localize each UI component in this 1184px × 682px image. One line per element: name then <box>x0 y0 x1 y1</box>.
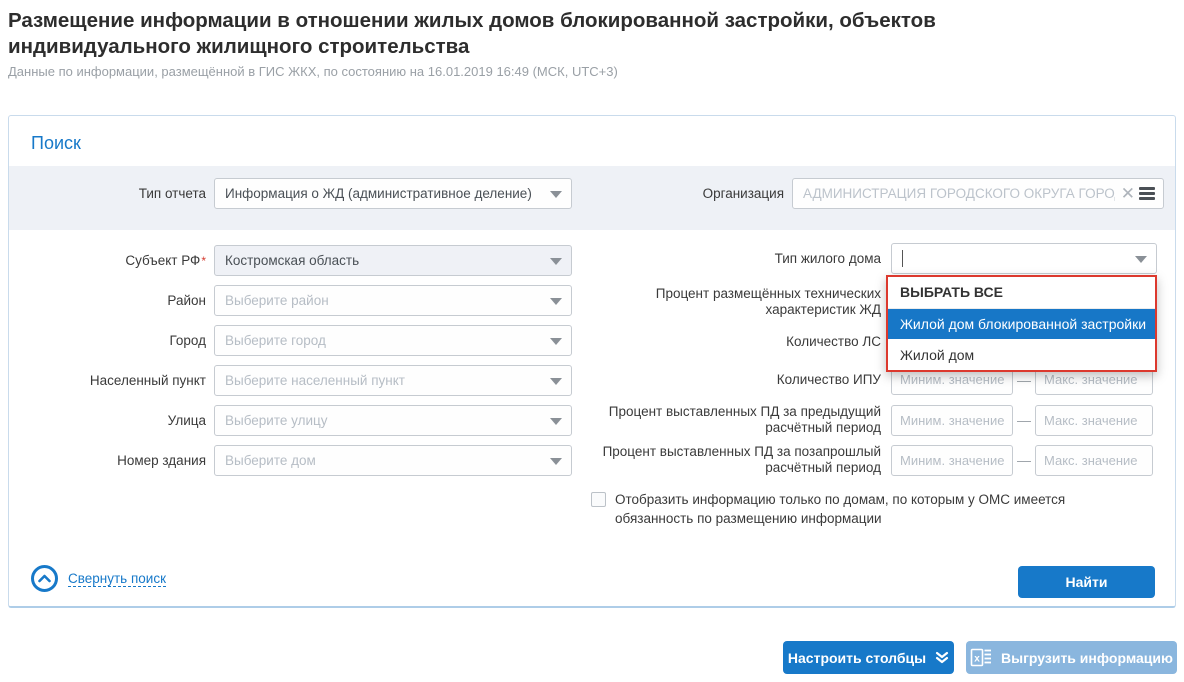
range-dash: — <box>1017 372 1031 388</box>
chevron-down-icon <box>550 258 562 265</box>
range-dash: — <box>1017 412 1031 428</box>
dropdown-option-blocked-house[interactable]: Жилой дом блокированной застройки <box>888 309 1155 340</box>
report-type-value: Информация о ЖД (административное делени… <box>225 186 532 201</box>
menu-icon[interactable] <box>1139 187 1155 200</box>
svg-text:x: x <box>974 654 980 665</box>
street-select[interactable]: Выберите улицу <box>214 405 572 436</box>
district-label: Район <box>9 293 206 309</box>
dropdown-option-select-all[interactable]: ВЫБРАТЬ ВСЕ <box>888 277 1155 309</box>
oms-filter-label: Отобразить информацию только по домам, п… <box>615 490 1135 528</box>
ls-count-label: Количество ЛС <box>569 334 881 350</box>
page-title: Размещение информации в отношении жилых … <box>8 8 1078 60</box>
range-dash: — <box>1017 452 1031 468</box>
configure-columns-label: Настроить столбцы <box>788 650 926 666</box>
building-number-label: Номер здания <box>9 453 206 469</box>
pd-prev-period-label: Процент выставленных ПД за предыдущий ра… <box>569 404 881 436</box>
pd-prev-min-input[interactable] <box>891 405 1013 436</box>
required-asterisk: * <box>201 254 206 268</box>
chevron-down-icon <box>550 418 562 425</box>
configure-columns-button[interactable]: Настроить столбцы <box>783 641 954 674</box>
city-label: Город <box>9 333 206 349</box>
organization-field[interactable]: АДМИНИСТРАЦИЯ ГОРОДСКОГО ОКРУГА ГОРОД ..… <box>792 178 1164 209</box>
oms-filter-checkbox[interactable] <box>591 492 606 507</box>
chevron-down-icon <box>550 338 562 345</box>
settlement-placeholder: Выберите населенный пункт <box>225 373 405 388</box>
organization-label: Организация <box>601 186 784 202</box>
pd-before-prev-min-input[interactable] <box>891 445 1013 476</box>
text-caret <box>902 250 903 267</box>
tech-percent-label: Процент размещённых технических характер… <box>569 286 881 318</box>
street-label: Улица <box>9 413 206 429</box>
house-type-select[interactable] <box>891 243 1157 274</box>
find-button[interactable]: Найти <box>1018 566 1155 598</box>
chevron-down-icon <box>1135 256 1147 263</box>
page-subtitle: Данные по информации, размещённой в ГИС … <box>8 64 618 79</box>
export-information-label: Выгрузить информацию <box>1001 650 1173 666</box>
export-information-button[interactable]: x Выгрузить информацию <box>966 641 1177 674</box>
district-placeholder: Выберите район <box>225 293 329 308</box>
ipu-count-label: Количество ИПУ <box>569 372 881 388</box>
city-select[interactable]: Выберите город <box>214 325 572 356</box>
pd-prev-max-input[interactable] <box>1035 405 1153 436</box>
report-type-select[interactable]: Информация о ЖД (административное делени… <box>214 178 572 209</box>
building-number-select[interactable]: Выберите дом <box>214 445 572 476</box>
search-panel: Поиск Тип отчета Информация о ЖД (админи… <box>8 115 1176 608</box>
search-panel-title: Поиск <box>31 133 81 154</box>
house-type-label: Тип жилого дома <box>569 251 881 267</box>
settlement-label: Населенный пункт <box>9 373 206 389</box>
building-number-placeholder: Выберите дом <box>225 453 316 468</box>
street-placeholder: Выберите улицу <box>225 413 328 428</box>
district-select[interactable]: Выберите район <box>214 285 572 316</box>
chevron-down-icon <box>550 298 562 305</box>
clear-icon[interactable]: ✕ <box>1121 185 1135 202</box>
chevron-down-icon <box>550 378 562 385</box>
collapse-search-link[interactable]: Свернуть поиск <box>68 571 166 587</box>
city-placeholder: Выберите город <box>225 333 326 348</box>
subject-rf-label: Субъект РФ* <box>9 253 206 269</box>
chevron-down-icon <box>550 191 562 198</box>
pd-before-prev-period-label: Процент выставленных ПД за позапрошлый р… <box>569 444 881 476</box>
double-chevron-down-icon <box>935 651 949 664</box>
house-type-dropdown: ВЫБРАТЬ ВСЕ Жилой дом блокированной заст… <box>886 275 1157 372</box>
chevron-down-icon <box>550 458 562 465</box>
dropdown-option-house[interactable]: Жилой дом <box>888 339 1155 370</box>
excel-icon: x <box>970 648 992 667</box>
organization-value: АДМИНИСТРАЦИЯ ГОРОДСКОГО ОКРУГА ГОРОД ..… <box>803 186 1115 201</box>
subject-rf-select[interactable]: Костромская область <box>214 245 572 276</box>
subject-rf-value: Костромская область <box>225 253 359 268</box>
oms-filter-row: Отобразить информацию только по домам, п… <box>591 490 1137 528</box>
settlement-select[interactable]: Выберите населенный пункт <box>214 365 572 396</box>
pd-before-prev-max-input[interactable] <box>1035 445 1153 476</box>
collapse-chevron-up-icon[interactable] <box>31 565 58 592</box>
report-type-label: Тип отчета <box>9 186 206 202</box>
